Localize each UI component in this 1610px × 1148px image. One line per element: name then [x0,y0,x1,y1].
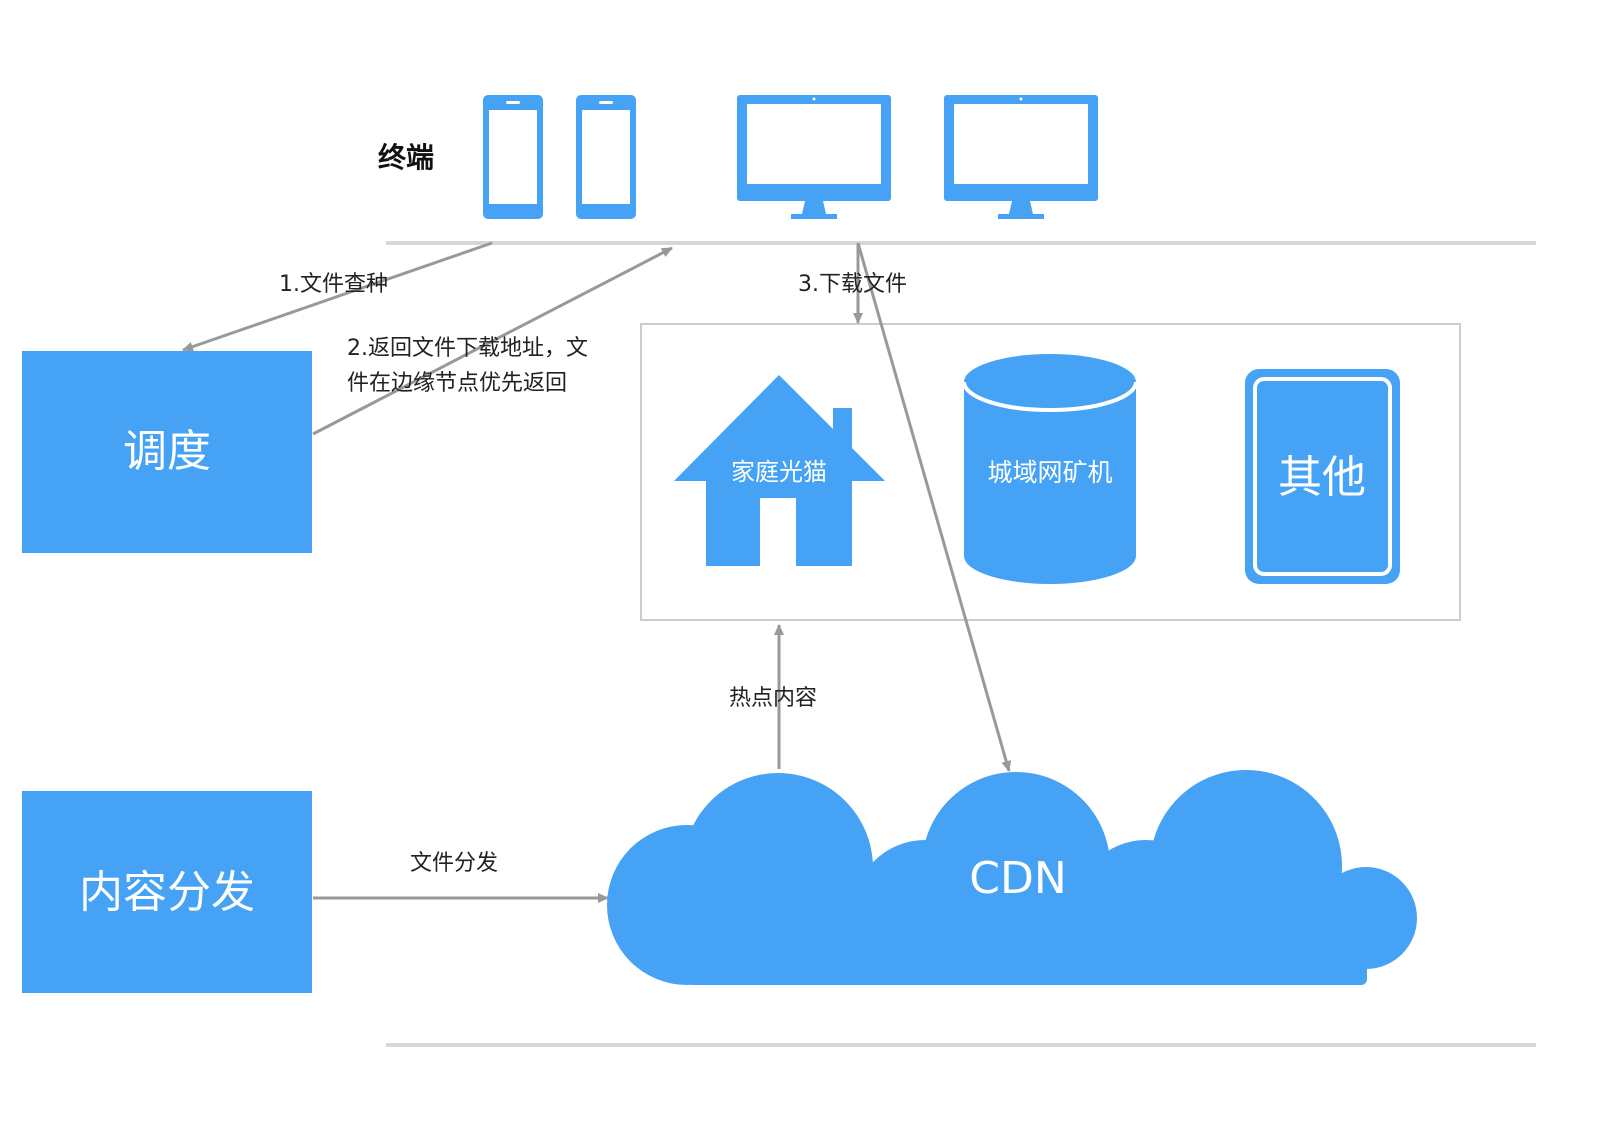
label-step3: 3.下载文件 [798,272,907,297]
dispatch-box-label: 调度 [123,426,211,477]
label-step2-line2: 件在边缘节点优先返回 [347,371,567,396]
label-hot-content: 热点内容 [729,686,817,711]
phone-icon [576,95,636,219]
metro-miner-label: 城域网矿机 [987,458,1112,487]
monitor-icon [737,95,891,219]
terminal-label: 终端 [378,141,434,174]
home-modem-label: 家庭光猫 [731,458,827,486]
distribution-box-label: 内容分发 [79,867,255,918]
phone-icon [483,95,543,219]
label-step1: 1.文件查种 [279,272,388,297]
label-file-distribution: 文件分发 [410,851,498,876]
other-device-label: 其他 [1278,452,1366,503]
cdn-architecture-diagram: 终端 调度 内容分发 家庭光猫 城域网矿机 其他 CDN 1.文件查种 2.返回… [22,95,1536,1047]
label-step2-line1: 2.返回文件下载地址，文 [347,336,588,361]
cdn-label: CDN [969,853,1067,904]
monitor-icon [944,95,1098,219]
